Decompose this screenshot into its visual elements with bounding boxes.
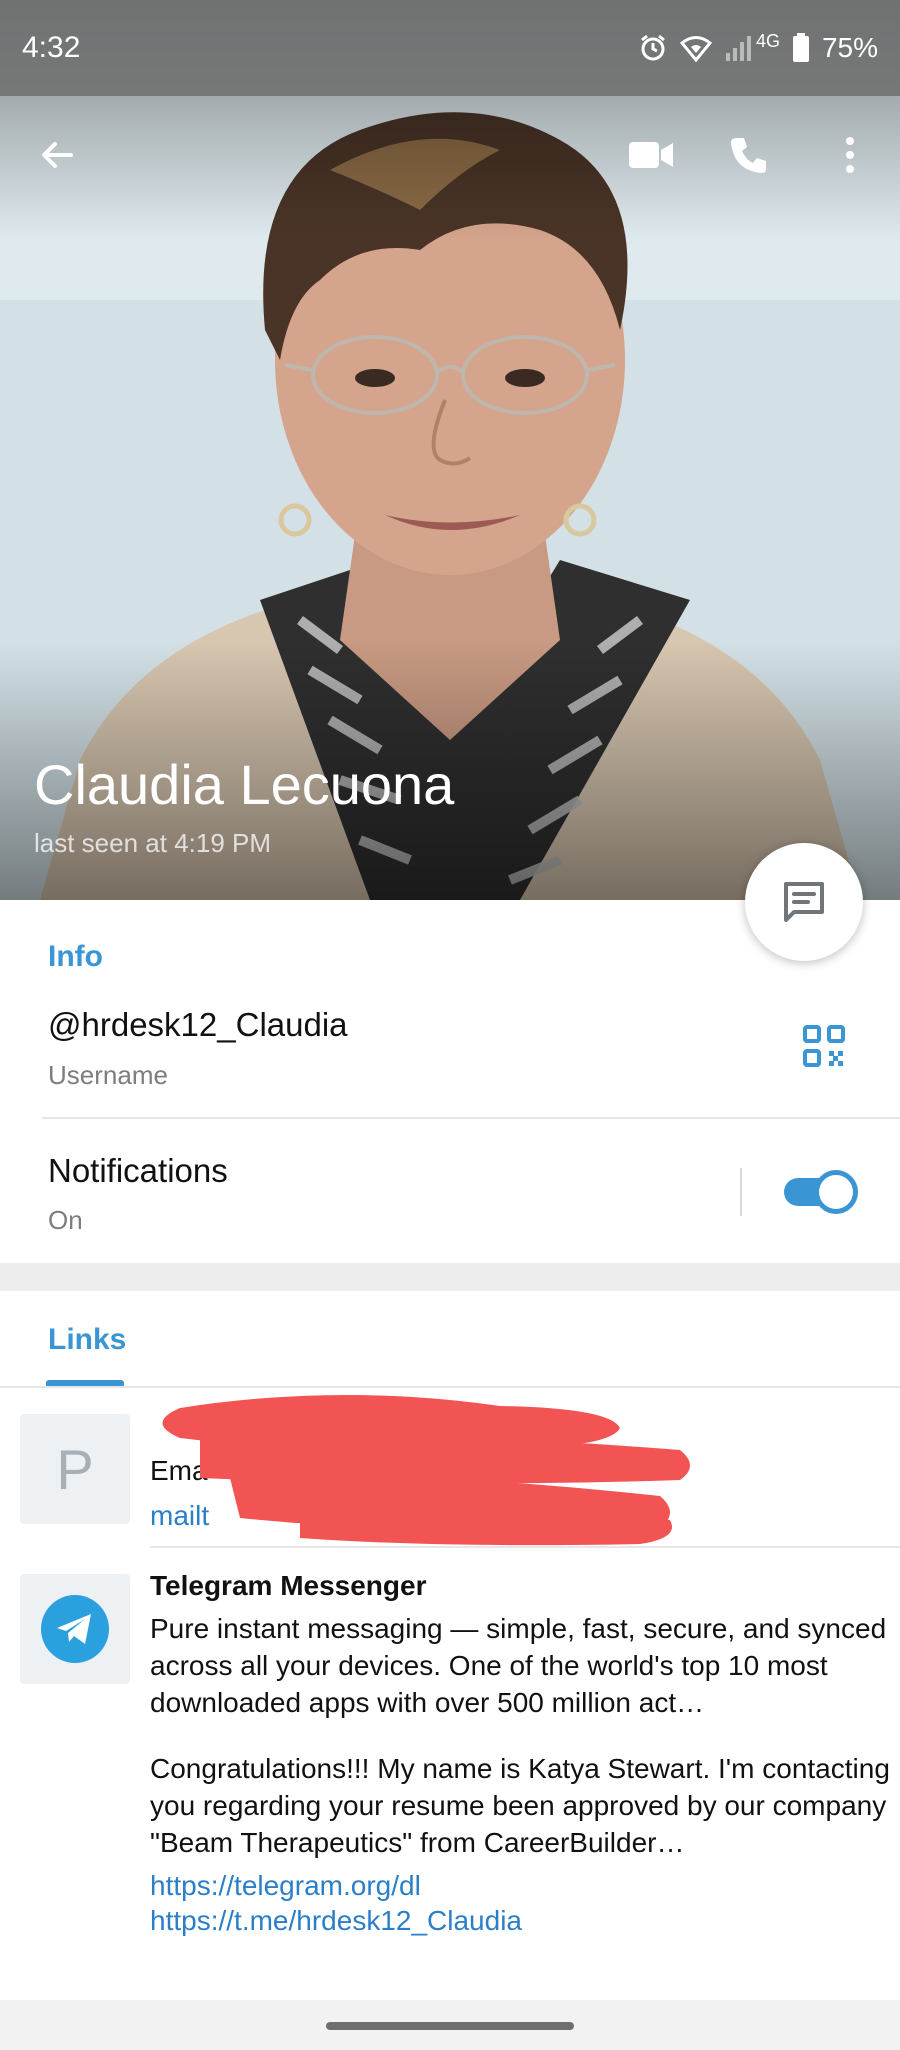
link-description: Pure instant messaging — simple, fast, s… bbox=[150, 1613, 887, 1718]
link-url-telegram-dl[interactable]: https://telegram.org/dl bbox=[150, 1870, 421, 1902]
video-call-icon bbox=[629, 142, 673, 168]
alarm-icon bbox=[638, 33, 668, 63]
toggle-separator bbox=[740, 1168, 742, 1216]
telegram-logo-icon bbox=[41, 1595, 109, 1663]
section-gap bbox=[0, 1263, 900, 1291]
link-thumbnail-telegram[interactable] bbox=[20, 1574, 130, 1684]
link-thumbnail-letter: P bbox=[56, 1437, 94, 1501]
profile-name: Claudia Lecuona bbox=[34, 753, 455, 816]
send-message-button[interactable] bbox=[745, 843, 863, 961]
redaction-scribble bbox=[162, 1394, 690, 1546]
signal-icon bbox=[724, 35, 752, 61]
gesture-nav-bar bbox=[0, 2000, 900, 2050]
wifi-icon bbox=[679, 34, 712, 62]
username-value[interactable]: @hrdesk12_Claudia bbox=[48, 1006, 348, 1044]
more-options-button[interactable] bbox=[815, 120, 885, 190]
notifications-toggle[interactable] bbox=[784, 1170, 858, 1214]
link-thumbnail[interactable]: P bbox=[20, 1414, 130, 1524]
qr-code-icon bbox=[803, 1025, 845, 1067]
more-vertical-icon bbox=[846, 137, 854, 173]
username-label: Username bbox=[48, 1060, 168, 1090]
link-url-tme[interactable]: https://t.me/hrdesk12_Claudia bbox=[150, 1905, 522, 1937]
link-title-telegram: Telegram Messenger bbox=[150, 1570, 427, 1601]
video-call-button[interactable] bbox=[616, 120, 686, 190]
voice-call-button[interactable] bbox=[714, 120, 784, 190]
notifications-label[interactable]: Notifications bbox=[48, 1152, 228, 1190]
tab-links[interactable]: Links bbox=[48, 1323, 126, 1357]
notifications-state: On bbox=[48, 1205, 83, 1235]
back-arrow-icon bbox=[42, 142, 73, 168]
link-message-text: Congratulations!!! My name is Katya Stew… bbox=[150, 1753, 890, 1858]
last-seen-status: last seen at 4:19 PM bbox=[34, 828, 272, 858]
info-section-title: Info bbox=[48, 940, 103, 973]
battery-percent: 75% bbox=[821, 32, 878, 63]
info-divider bbox=[42, 1117, 900, 1119]
status-bar: 4:32 4G 75% bbox=[0, 0, 900, 96]
network-type: 4G bbox=[755, 30, 780, 51]
home-gesture-handle[interactable] bbox=[326, 2022, 574, 2030]
phone-icon bbox=[731, 138, 766, 173]
status-time: 4:32 bbox=[22, 31, 81, 64]
profile-toolbar bbox=[0, 110, 900, 200]
back-button[interactable] bbox=[22, 120, 92, 190]
battery-icon bbox=[792, 33, 810, 63]
link-divider bbox=[150, 1546, 900, 1548]
message-icon bbox=[784, 882, 824, 922]
qr-code-button[interactable] bbox=[802, 1024, 846, 1068]
